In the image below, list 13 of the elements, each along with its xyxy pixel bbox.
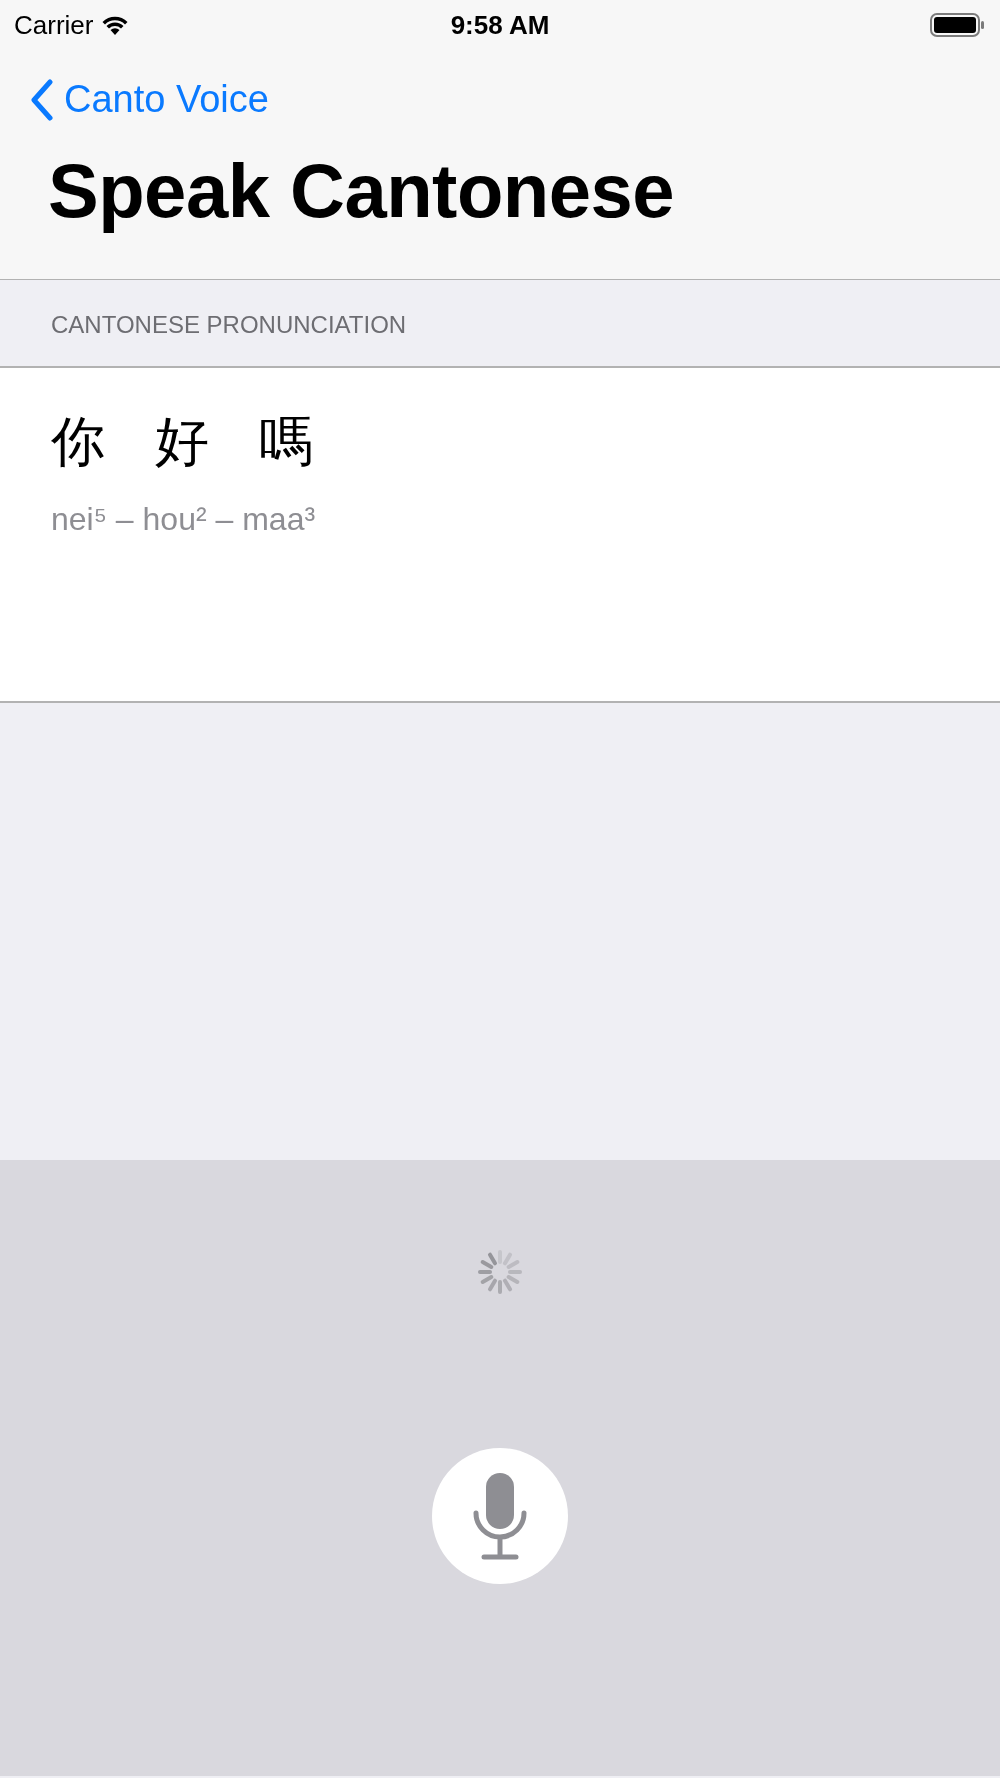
chinese-character: 你	[51, 409, 105, 475]
page-title: Speak Cantonese	[48, 147, 676, 234]
carrier-label: Carrier	[14, 9, 94, 41]
status-time: 9:58 AM	[450, 9, 550, 41]
chevron-icon	[30, 78, 54, 121]
chinese-character: 嗎	[259, 409, 313, 475]
microphone-icon	[472, 1471, 528, 1561]
chinese-character: 好	[155, 409, 209, 475]
battery-icon	[930, 13, 986, 37]
section-header: CANTONESE PRONUNCIATION	[51, 311, 407, 338]
romanization-text: nei⁵ – hou² – maa³	[51, 501, 317, 538]
wifi-icon	[101, 14, 130, 36]
back-button[interactable]: Canto Voice	[30, 78, 269, 121]
